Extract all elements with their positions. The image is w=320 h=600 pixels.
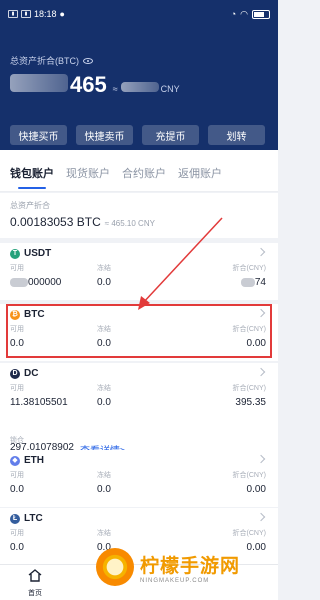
watermark-url: NINGMAKEUP.COM xyxy=(140,577,210,584)
home-icon xyxy=(28,569,42,582)
site-watermark: 柠檬手游网 NINGMAKEUP.COM xyxy=(96,548,240,586)
nav-home-label: 首页 xyxy=(28,590,42,597)
annotation-arrow xyxy=(138,217,223,310)
nav-home[interactable]: 首页 xyxy=(20,568,50,598)
watermark-text: 柠檬手游网 xyxy=(140,554,241,577)
arrow-line xyxy=(141,217,223,305)
lemon-logo-icon xyxy=(96,548,134,586)
